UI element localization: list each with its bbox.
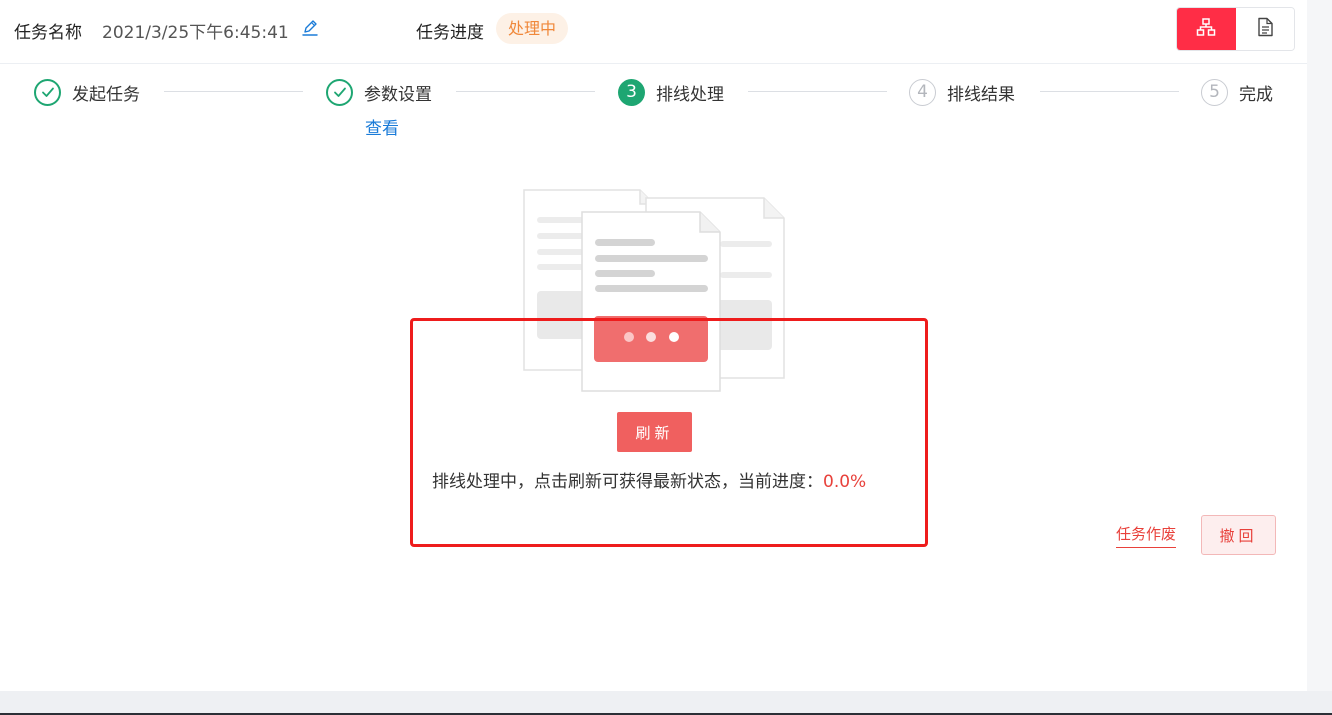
void-task-link[interactable]: 任务作废 — [1116, 523, 1177, 548]
step-initiate-task: 发起任务 — [34, 78, 140, 106]
document-icon — [1254, 16, 1276, 42]
org-chart-icon — [1195, 16, 1217, 42]
step-label: 排线结果 — [947, 84, 1015, 105]
edit-icon[interactable] — [300, 18, 320, 38]
step-number: 4 — [909, 78, 936, 106]
processing-message: 排线处理中，点击刷新可获得最新状态，当前进度：0.0% — [432, 467, 866, 492]
step-label: 完成 — [1239, 84, 1273, 105]
step-parameter-settings: 参数设置 — [326, 78, 432, 106]
step-number-current: 3 — [618, 78, 645, 106]
task-header: 任务名称 2021/3/25下午6:45:41 任务进度 处理中 — [0, 0, 1307, 64]
refresh-button[interactable]: 刷新 — [617, 412, 692, 452]
step-routing-processing: 3 排线处理 — [618, 78, 724, 106]
task-progress-label: 任务进度 — [416, 23, 484, 43]
step-connector — [164, 91, 303, 92]
bottom-band — [0, 691, 1332, 715]
check-icon — [34, 78, 61, 106]
step-connector — [456, 91, 595, 92]
step-label: 发起任务 — [72, 84, 140, 105]
task-panel: 任务名称 2021/3/25下午6:45:41 任务进度 处理中 发起任务 参数… — [0, 0, 1307, 691]
view-parameters-link[interactable]: 查看 — [365, 114, 399, 139]
processing-illustration — [520, 186, 790, 396]
right-gutter — [1307, 0, 1332, 715]
step-complete: 5 完成 — [1201, 78, 1273, 106]
task-name-label: 任务名称 — [14, 23, 82, 43]
revoke-button[interactable]: 撤回 — [1201, 515, 1276, 555]
processing-message-text: 排线处理中，点击刷新可获得最新状态，当前进度： — [432, 472, 823, 492]
check-icon — [326, 78, 353, 106]
step-label: 排线处理 — [656, 84, 724, 105]
status-badge: 处理中 — [496, 13, 569, 44]
org-chart-view-button[interactable] — [1177, 8, 1236, 50]
step-connector — [748, 91, 887, 92]
view-toggle — [1176, 7, 1295, 51]
step-number: 5 — [1201, 78, 1228, 106]
step-routing-result: 4 排线结果 — [909, 78, 1015, 106]
progress-value: 0.0% — [823, 472, 867, 492]
step-connector — [1040, 91, 1179, 92]
task-name-value: 2021/3/25下午6:45:41 — [102, 23, 289, 43]
document-view-button[interactable] — [1235, 8, 1294, 50]
step-label: 参数设置 — [364, 84, 432, 105]
